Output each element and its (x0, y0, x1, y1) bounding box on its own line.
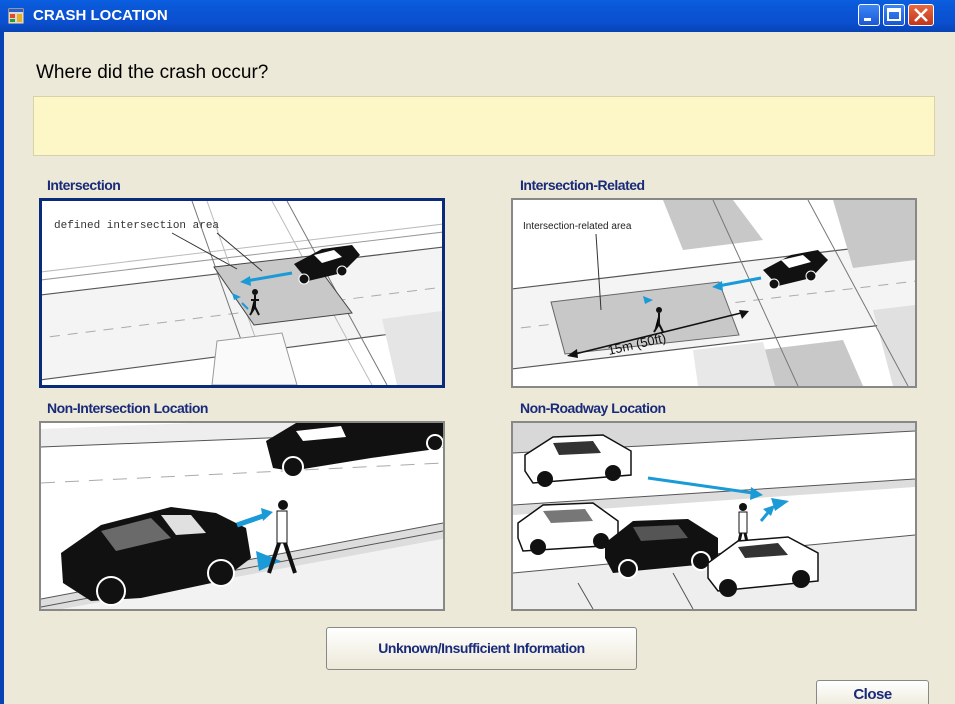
option-non-roadway[interactable] (511, 421, 917, 611)
intersection-related-area-caption: Intersection-related area (523, 221, 632, 232)
unknown-insufficient-info-button[interactable]: Unknown/Insufficient Information (326, 627, 637, 670)
option-non-intersection[interactable] (39, 421, 445, 611)
intersection-illustration: defined intersection area (42, 201, 442, 385)
title-bar[interactable]: CRASH LOCATION (0, 0, 955, 32)
minimize-icon (864, 18, 871, 21)
option-intersection-related[interactable]: Intersection-related area 15m (50ft) (511, 198, 917, 388)
maximize-icon (887, 8, 901, 21)
window-title: CRASH LOCATION (33, 7, 168, 24)
close-button[interactable]: Close (816, 680, 929, 704)
option-label-intersection-related: Intersection-Related (520, 177, 645, 193)
app-icon (8, 8, 24, 24)
option-intersection[interactable]: defined intersection area (39, 198, 445, 388)
answer-field[interactable] (33, 96, 935, 156)
intersection-related-illustration: Intersection-related area 15m (50ft) (513, 200, 915, 386)
window-frame-left (0, 32, 4, 704)
close-icon (914, 8, 928, 22)
option-label-non-intersection: Non-Intersection Location (47, 400, 208, 416)
defined-intersection-area-caption: defined intersection area (54, 220, 219, 232)
option-label-non-roadway: Non-Roadway Location (520, 400, 666, 416)
question-text: Where did the crash occur? (36, 62, 269, 83)
crash-location-window: CRASH LOCATION Where did the crash occur… (0, 0, 955, 704)
minimize-button[interactable] (858, 4, 880, 26)
option-label-intersection: Intersection (47, 177, 121, 193)
close-window-button[interactable] (908, 4, 934, 26)
non-roadway-illustration (513, 423, 915, 609)
maximize-button[interactable] (883, 4, 905, 26)
non-intersection-illustration (41, 423, 443, 609)
